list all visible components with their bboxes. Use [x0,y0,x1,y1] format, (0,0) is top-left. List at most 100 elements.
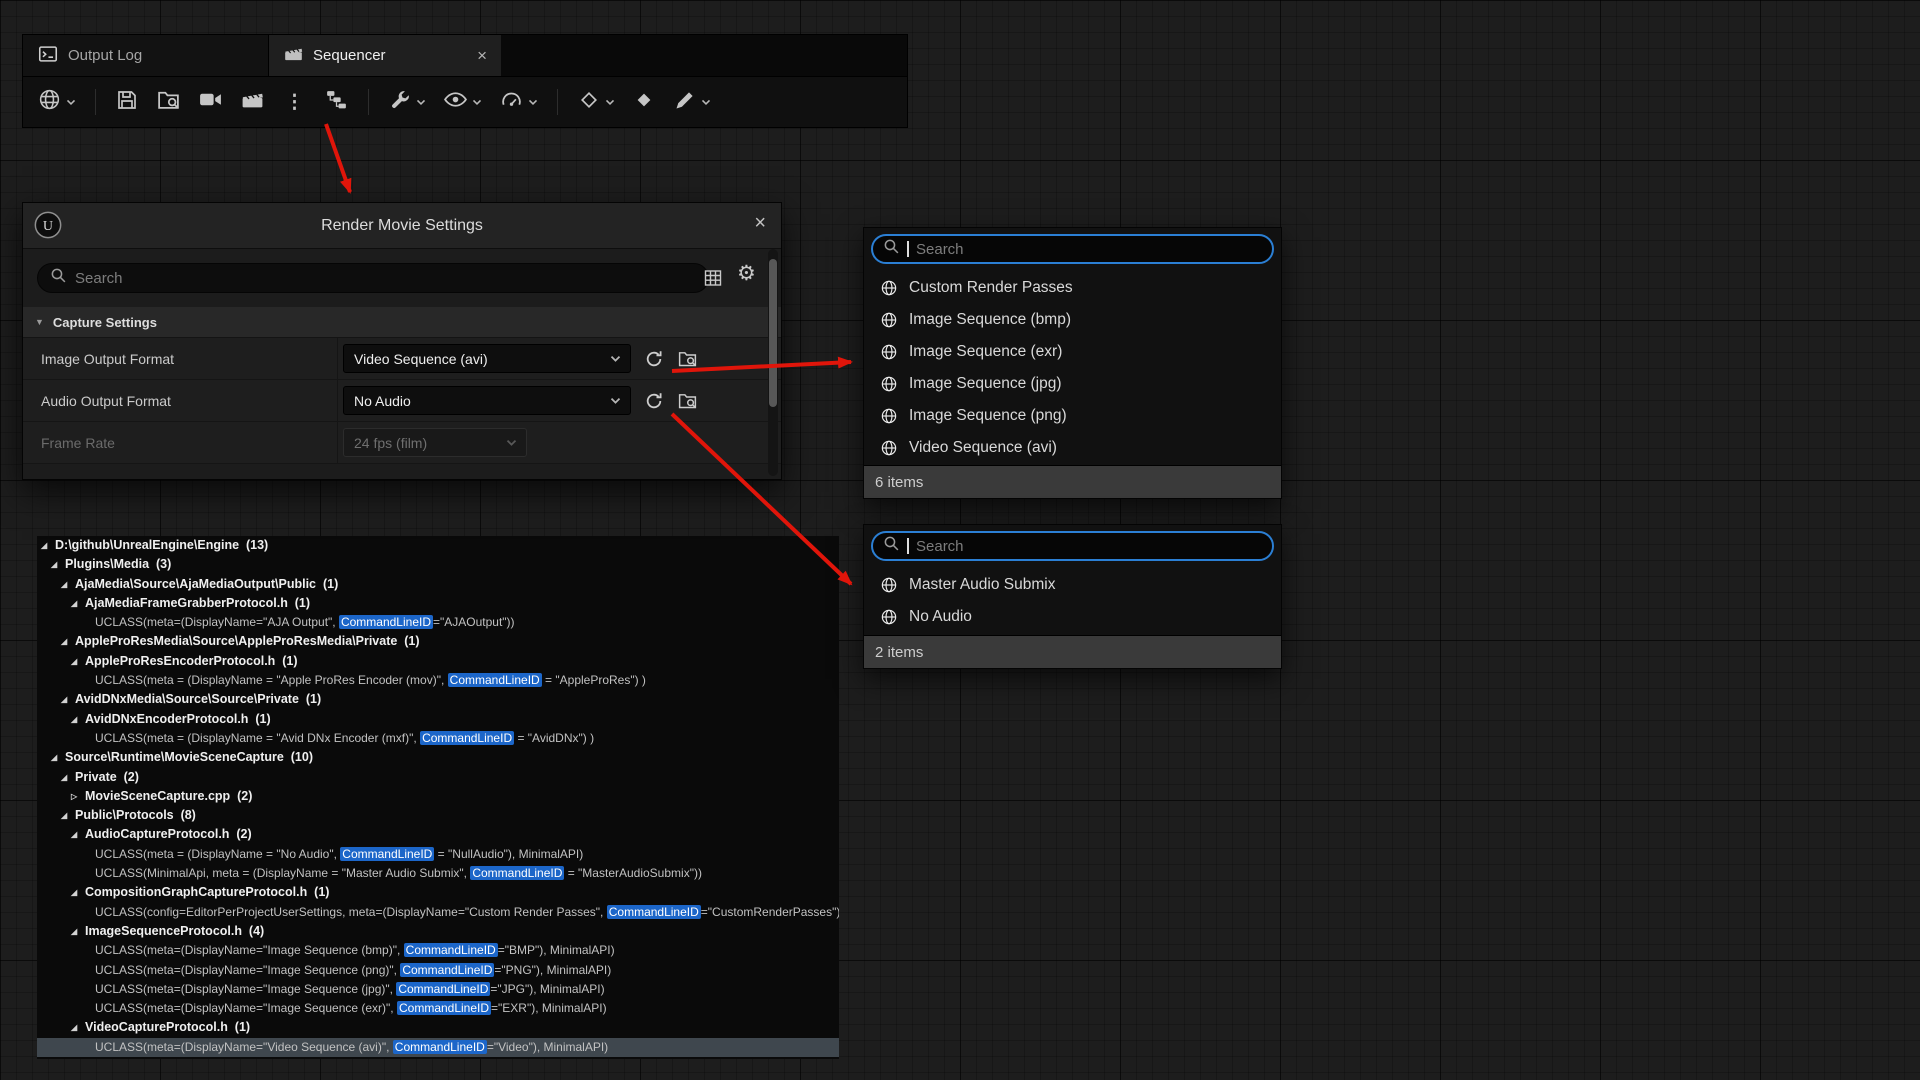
find-results-group[interactable]: ▷MovieSceneCapture.cpp (2) [37,787,839,806]
expanded-arrow-icon[interactable]: ◢ [71,652,85,671]
find-results-match[interactable]: UCLASS(meta=(DisplayName="Image Sequence… [37,961,839,980]
find-results-match[interactable]: UCLASS(meta=(DisplayName="Image Sequence… [37,980,839,999]
code-text: = "AppleProRes") ) [542,673,646,687]
audio-output-format-dropdown[interactable]: No Audio [343,386,631,415]
outliner-button[interactable] [322,84,351,120]
expanded-arrow-icon[interactable]: ◢ [51,748,65,767]
code-text: UCLASS(meta = (DisplayName = "Apple ProR… [95,673,448,687]
actions-button[interactable] [386,85,428,120]
find-results-group[interactable]: ◢Plugins\Media (3) [37,555,839,574]
search-placeholder: Search [75,270,123,287]
dialog-titlebar[interactable]: U Render Movie Settings × [23,203,781,249]
use-selected-asset-icon[interactable] [644,391,664,411]
capture-settings-section-header[interactable]: ▼ Capture Settings [23,307,781,338]
chevron-down-icon [701,99,711,106]
find-results-match[interactable]: UCLASS(meta=(DisplayName="Image Sequence… [37,941,839,960]
find-results-group[interactable]: ◢D:\github\UnrealEngine\Engine (13) [37,536,839,555]
scrollbar[interactable] [768,249,778,476]
find-results-match[interactable]: UCLASS(config=EditorPerProjectUserSettin… [37,903,839,922]
collapsed-arrow-icon[interactable]: ▷ [71,787,85,806]
expanded-arrow-icon[interactable]: ◢ [51,555,65,574]
image-output-format-popup: Search Custom Render PassesImage Sequenc… [863,227,1282,499]
popup-item[interactable]: Image Sequence (exr) [864,336,1281,368]
search-icon [883,535,900,557]
expanded-arrow-icon[interactable]: ◢ [71,594,85,613]
find-results-group[interactable]: ◢AppleProResEncoderProtocol.h (1) [37,652,839,671]
popup-item-label: Master Audio Submix [909,576,1055,594]
tab-sequencer[interactable]: Sequencer × [269,35,501,76]
curve-options-button[interactable] [671,85,713,120]
close-dialog-icon[interactable]: × [754,213,766,233]
auto-key-button[interactable] [630,85,658,120]
expanded-arrow-icon[interactable]: ◢ [61,806,75,825]
keyframe-options-button[interactable] [575,85,617,120]
popup-item[interactable]: No Audio [864,601,1281,633]
chevron-down-icon [416,99,426,106]
save-button[interactable] [113,85,141,120]
expanded-arrow-icon[interactable]: ◢ [61,768,75,787]
image-output-format-dropdown[interactable]: Video Sequence (avi) [343,344,631,373]
world-options-button[interactable] [35,84,78,120]
find-results-group[interactable]: ◢ImageSequenceProtocol.h (4) [37,922,839,941]
render-movie-button[interactable] [238,84,267,120]
find-results-match[interactable]: UCLASS(meta=(DisplayName="Image Sequence… [37,999,839,1018]
find-results-group[interactable]: ◢CompositionGraphCaptureProtocol.h (1) [37,883,839,902]
close-tab-icon[interactable]: × [477,47,487,64]
scrollbar-thumb[interactable] [769,259,777,407]
group-label: MovieSceneCapture.cpp (2) [85,789,252,803]
popup-item[interactable]: Image Sequence (png) [864,400,1281,432]
use-selected-asset-icon[interactable] [644,349,664,369]
popup-item[interactable]: Custom Render Passes [864,272,1281,304]
toolbar-separator [368,89,369,115]
expanded-arrow-icon[interactable]: ◢ [71,710,85,729]
expanded-arrow-icon[interactable]: ◢ [71,1018,85,1037]
find-results-group[interactable]: ◢AppleProResMedia\Source\AppleProResMedi… [37,632,839,651]
find-results-group[interactable]: ◢AudioCaptureProtocol.h (2) [37,825,839,844]
expanded-arrow-icon[interactable]: ◢ [61,575,75,594]
create-camera-button[interactable] [196,84,225,120]
code-text: ="AJAOutput")) [433,615,515,629]
expanded-arrow-icon[interactable]: ◢ [71,883,85,902]
browse-content-button[interactable] [154,84,183,120]
popup-item[interactable]: Image Sequence (jpg) [864,368,1281,400]
popup-item[interactable]: Master Audio Submix [864,569,1281,601]
expanded-arrow-icon[interactable]: ◢ [61,632,75,651]
find-results-match[interactable]: UCLASS(MinimalApi, meta = (DisplayName =… [37,864,839,883]
popup-search-input[interactable]: Search [871,531,1274,561]
find-results-group[interactable]: ◢Source\Runtime\MovieSceneCapture (10) [37,748,839,767]
dropdown-value: 24 fps (film) [354,435,506,451]
popup-item[interactable]: Image Sequence (bmp) [864,304,1281,336]
popup-item[interactable]: Video Sequence (avi) [864,432,1281,464]
tab-output-log[interactable]: Output Log [23,35,269,76]
find-results-group[interactable]: ◢Public\Protocols (8) [37,806,839,825]
find-results-match[interactable]: UCLASS(meta = (DisplayName = "No Audio",… [37,845,839,864]
find-results-match[interactable]: UCLASS(meta=(DisplayName="AJA Output", C… [37,613,839,632]
find-results-group[interactable]: ◢AjaMediaFrameGrabberProtocol.h (1) [37,594,839,613]
expanded-arrow-icon[interactable]: ◢ [61,690,75,709]
find-results-group[interactable]: ◢AvidDNxEncoderProtocol.h (1) [37,710,839,729]
class-globe-icon [880,375,898,393]
settings-gear-icon[interactable]: ⚙ [737,263,756,284]
browse-asset-icon[interactable] [677,390,698,411]
expanded-arrow-icon[interactable]: ◢ [71,825,85,844]
group-label: ImageSequenceProtocol.h (4) [85,924,264,938]
find-results-match[interactable]: UCLASS(meta=(DisplayName="Video Sequence… [37,1038,839,1057]
browse-asset-icon[interactable] [677,348,698,369]
find-results-group[interactable]: ◢AvidDNxMedia\Source\Source\Private (1) [37,690,839,709]
playback-options-button[interactable] [497,84,540,120]
find-results-group[interactable]: ◢Private (2) [37,768,839,787]
popup-search-input[interactable]: Search [871,234,1274,264]
expanded-arrow-icon[interactable]: ◢ [41,536,55,555]
find-results-group[interactable]: ◢VideoCaptureProtocol.h (1) [37,1018,839,1037]
view-options-button[interactable] [441,84,484,120]
find-results-group[interactable]: ◢AjaMedia\Source\AjaMediaOutput\Public (… [37,575,839,594]
more-options-button[interactable]: ⋮ [280,90,309,115]
curve-pen-icon [673,88,697,117]
class-globe-icon [880,608,898,626]
find-results-match[interactable]: UCLASS(meta = (DisplayName = "Avid DNx E… [37,729,839,748]
find-results-match[interactable]: UCLASS(meta = (DisplayName = "Apple ProR… [37,671,839,690]
details-view-options-icon[interactable] [703,268,723,293]
settings-search-input[interactable]: Search [37,263,709,293]
render-movie-settings-dialog: U Render Movie Settings × Search ⚙ ▼ Cap… [22,202,782,480]
expanded-arrow-icon[interactable]: ◢ [71,922,85,941]
